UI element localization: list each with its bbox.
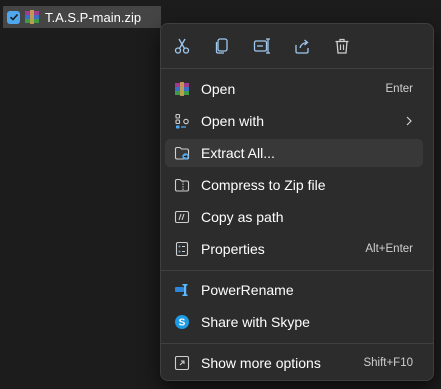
powerrename-icon	[174, 282, 190, 298]
context-menu: Open Enter Open with Extract All... Comp…	[160, 23, 434, 381]
file-name: T.A.S.P-main.zip	[45, 9, 142, 25]
copy-button[interactable]	[209, 34, 235, 58]
menu-item-label: Share with Skype	[201, 314, 310, 330]
skype-icon: S	[174, 314, 190, 330]
menu-item-label: Properties	[201, 241, 265, 257]
share-button[interactable]	[289, 34, 315, 58]
cut-button[interactable]	[169, 34, 195, 58]
shortcut-text: Enter	[385, 83, 414, 95]
share-icon	[295, 39, 309, 54]
rename-button[interactable]	[249, 34, 275, 58]
menu-item-label: Show more options	[201, 355, 321, 371]
shortcut-text: Shift+F10	[363, 357, 413, 369]
cut-icon	[174, 38, 190, 54]
svg-text:S: S	[179, 318, 186, 329]
shortcut-text: Alt+Enter	[365, 243, 413, 255]
properties-icon	[174, 241, 190, 257]
menu-item-label: PowerRename	[201, 282, 294, 298]
divider	[161, 270, 433, 271]
zip-folder-icon	[174, 177, 190, 193]
menu-item-label: Extract All...	[201, 145, 275, 161]
quick-actions-bar	[161, 24, 433, 68]
menu-item-label: Open	[201, 81, 236, 97]
extract-icon	[174, 145, 190, 161]
menu-item-show-more-options[interactable]: Show more options Shift+F10	[165, 349, 423, 377]
copy-icon	[215, 38, 228, 54]
file-checkbox[interactable]	[7, 10, 20, 24]
delete-button[interactable]	[329, 34, 355, 58]
checkmark-icon	[9, 13, 18, 21]
menu-item-share-skype[interactable]: S Share with Skype	[165, 308, 423, 336]
divider	[161, 68, 433, 69]
menu-item-label: Copy as path	[201, 209, 284, 225]
chevron-right-icon	[406, 116, 412, 126]
menu-item-compress-zip[interactable]: Compress to Zip file	[165, 171, 423, 199]
delete-icon	[335, 38, 349, 54]
menu-item-properties[interactable]: Properties Alt+Enter	[165, 235, 423, 263]
menu-item-label: Compress to Zip file	[201, 177, 326, 193]
menu-item-powerrename[interactable]: PowerRename	[165, 276, 423, 304]
menu-item-extract-all[interactable]: Extract All...	[165, 139, 423, 167]
rename-icon	[253, 38, 270, 54]
winrar-archive-icon	[24, 9, 40, 25]
divider	[161, 343, 433, 344]
selected-file-row[interactable]: T.A.S.P-main.zip	[3, 6, 161, 28]
menu-item-label: Open with	[201, 113, 265, 129]
menu-item-open-with[interactable]: Open with	[165, 107, 423, 135]
menu-item-copy-as-path[interactable]: Copy as path	[165, 203, 423, 231]
copy-path-icon	[174, 209, 190, 225]
more-options-icon	[174, 355, 190, 371]
menu-item-open[interactable]: Open Enter	[165, 75, 423, 103]
winrar-icon	[174, 81, 190, 97]
open-with-icon	[174, 113, 190, 129]
